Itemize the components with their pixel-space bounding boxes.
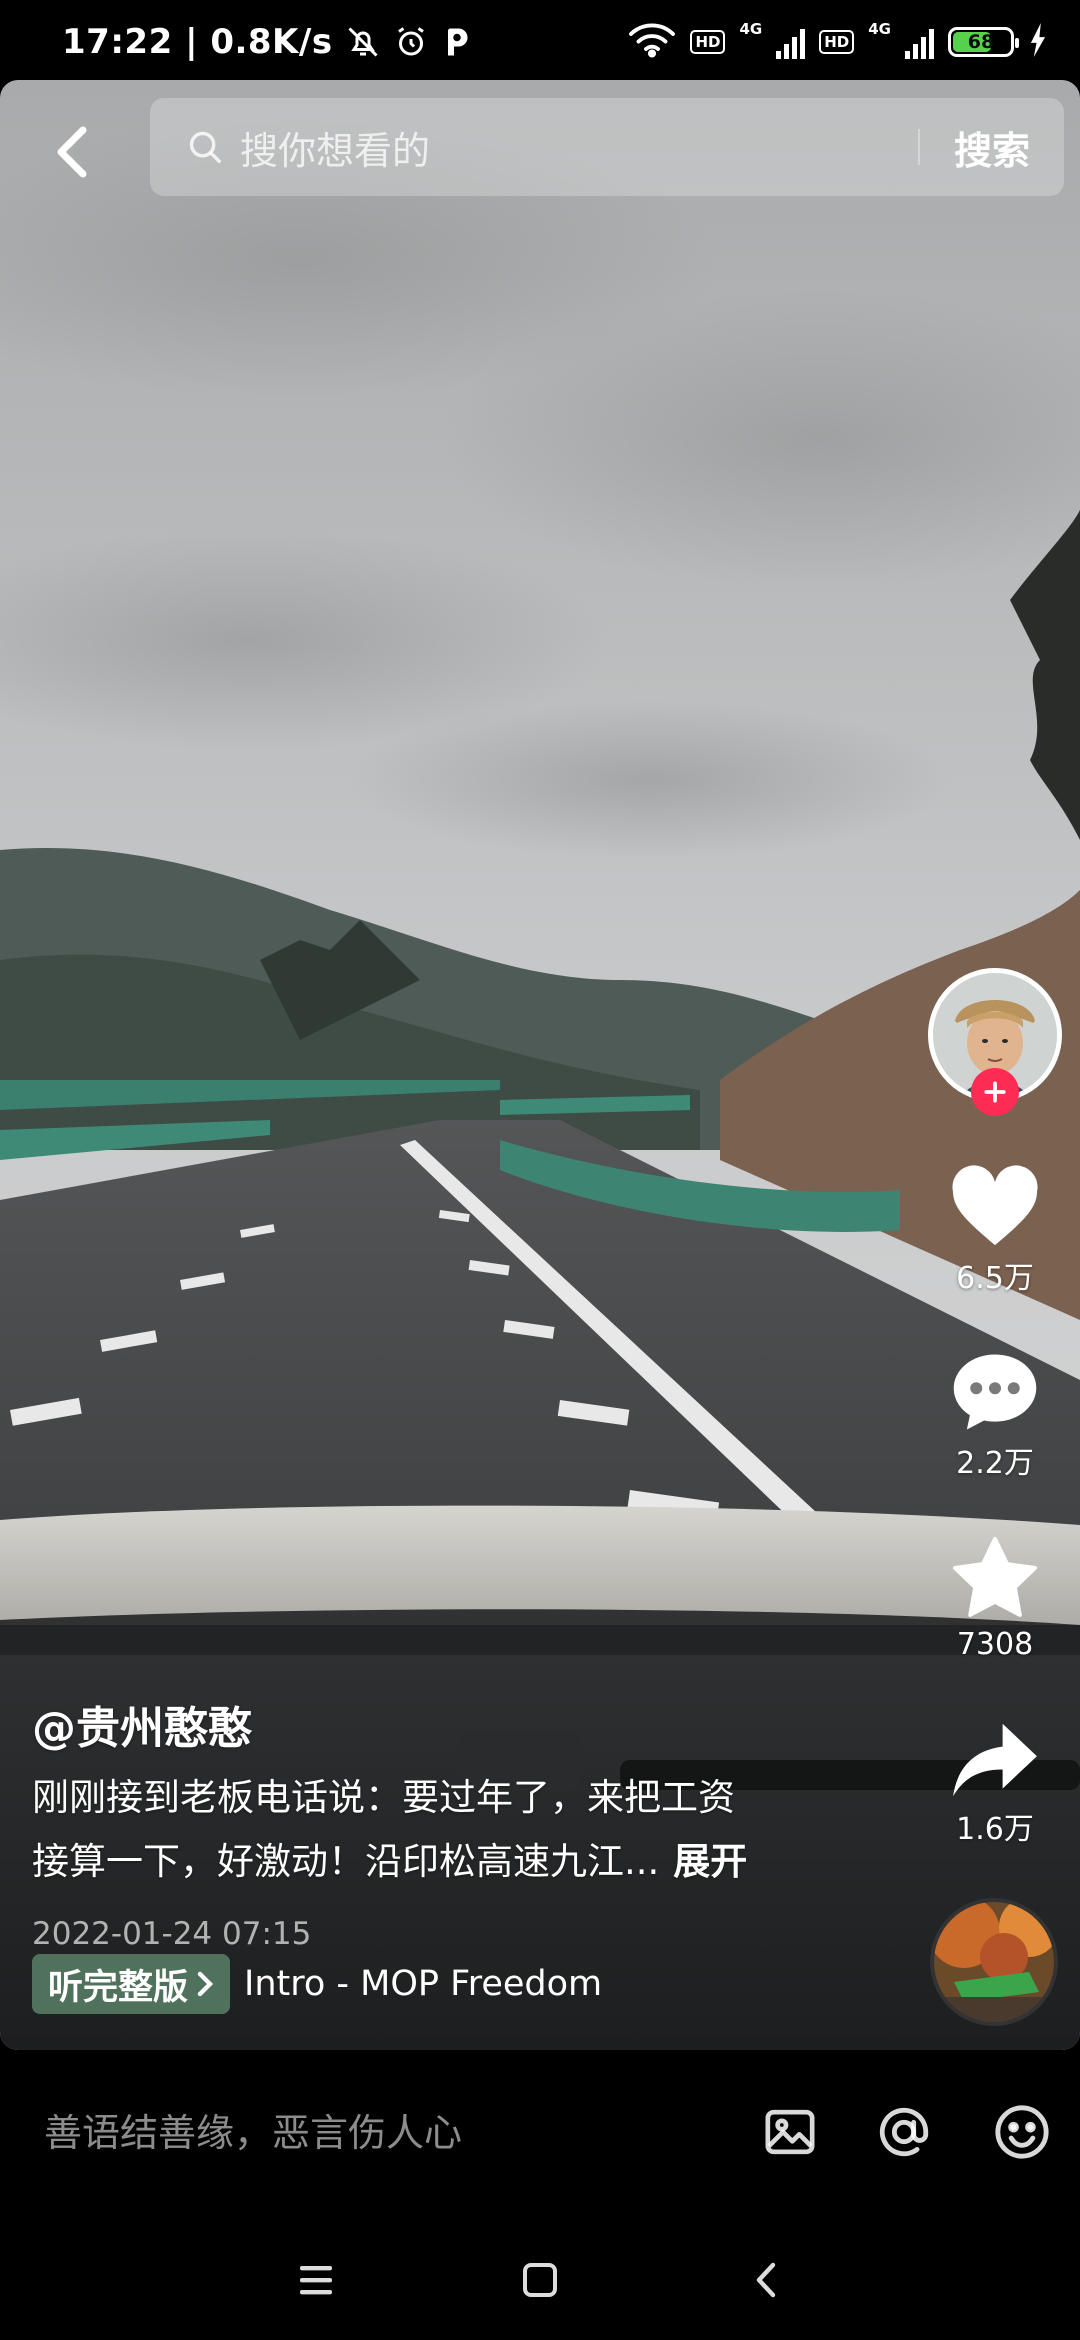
home-nav-button[interactable] — [510, 2250, 570, 2310]
comment-bar: 善语结善缘，恶言伤人心 — [0, 2050, 1080, 2210]
wifi-icon — [628, 22, 676, 62]
back-chevron-icon — [756, 2262, 776, 2298]
search-icon — [186, 127, 226, 167]
search-input[interactable]: 搜你想看的 搜索 — [150, 98, 1064, 196]
charging-icon — [1028, 23, 1048, 61]
status-right: HD 4G HD 4G 68 — [628, 22, 1048, 62]
menu-icon — [300, 2266, 332, 2295]
battery-icon: 68 — [948, 27, 1019, 57]
share-button[interactable]: 1.6万 — [930, 1720, 1060, 1848]
home-square-icon — [523, 2263, 557, 2297]
alarm-icon — [393, 24, 429, 60]
back-arrow-icon — [57, 126, 87, 178]
follow-button[interactable] — [971, 1068, 1019, 1116]
caption-line-2: 接算一下，好激动！沿印松高速九江... — [32, 1840, 660, 1883]
chevron-right-icon — [197, 1971, 214, 1997]
heart-icon — [952, 1165, 1038, 1246]
network-4g-label-2: 4G — [868, 20, 891, 38]
battery-level: 68 — [967, 31, 995, 53]
favorite-button[interactable]: 7308 — [930, 1535, 1060, 1662]
listen-full-label: 听完整版 — [48, 1967, 189, 2008]
mention-at-icon[interactable] — [872, 2100, 936, 2164]
music-title[interactable]: Intro - MOP Freedom — [244, 1964, 602, 2004]
comment-icon — [953, 1354, 1037, 1430]
comment-count: 2.2万 — [956, 1446, 1034, 1481]
caption-line-1: 刚刚接到老板电话说：要过年了，来把工资 — [32, 1776, 735, 1819]
share-arrow-icon — [953, 1723, 1037, 1797]
expand-caption-button[interactable]: 展开 — [673, 1840, 747, 1883]
back-button[interactable] — [42, 112, 102, 192]
video-player[interactable]: 搜你想看的 搜索 6.5万 2.2万 7308 1.6万 @贵州憨憨 刚刚接到老… — [0, 80, 1080, 2050]
status-bar: 17:22 | 0.8K/s HD 4G HD 4G 68 — [0, 0, 1080, 80]
music-disc[interactable] — [930, 1898, 1058, 2026]
search-placeholder: 搜你想看的 — [240, 128, 431, 173]
post-date: 2022-01-24 07:15 — [32, 1916, 312, 1952]
like-count: 6.5万 — [956, 1261, 1034, 1296]
hd-badge-2: HD — [819, 30, 855, 54]
signal-icon-1 — [776, 25, 806, 59]
caption-line-2-row: 接算一下，好激动！沿印松高速九江... 展开 — [32, 1830, 832, 1894]
author-avatar[interactable] — [928, 968, 1062, 1116]
signal-icon-2 — [905, 25, 934, 59]
favorite-count: 7308 — [956, 1627, 1034, 1662]
emoji-icon[interactable] — [990, 2100, 1054, 2164]
mute-bell-icon — [345, 24, 381, 60]
navigation-bar — [0, 2210, 1080, 2340]
star-icon — [952, 1536, 1038, 1617]
listen-full-button[interactable]: 听完整版 — [32, 1954, 231, 2014]
p-app-icon — [441, 24, 473, 60]
caption: 刚刚接到老板电话说：要过年了，来把工资 接算一下，好激动！沿印松高速九江... 展… — [32, 1766, 832, 1894]
plus-icon — [984, 1081, 1006, 1103]
music-row: 听完整版 Intro - MOP Freedom — [32, 1954, 602, 2014]
author-name[interactable]: @贵州憨憨 — [32, 1692, 252, 1756]
comment-input[interactable]: 善语结善缘，恶言伤人心 — [44, 2102, 462, 2157]
image-icon[interactable] — [758, 2100, 822, 2164]
search-button[interactable]: 搜索 — [954, 120, 1030, 175]
share-count: 1.6万 — [956, 1812, 1034, 1847]
comment-button[interactable]: 2.2万 — [930, 1350, 1060, 1482]
status-left: 17:22 | 0.8K/s — [62, 22, 473, 62]
status-time-speed: 17:22 | 0.8K/s — [62, 22, 333, 62]
menu-nav-button[interactable] — [286, 2250, 346, 2310]
network-4g-label-1: 4G — [739, 20, 763, 38]
hd-badge-1: HD — [690, 30, 726, 54]
like-button[interactable]: 6.5万 — [930, 1165, 1060, 1297]
back-nav-button[interactable] — [736, 2250, 796, 2310]
search-divider — [917, 129, 920, 165]
